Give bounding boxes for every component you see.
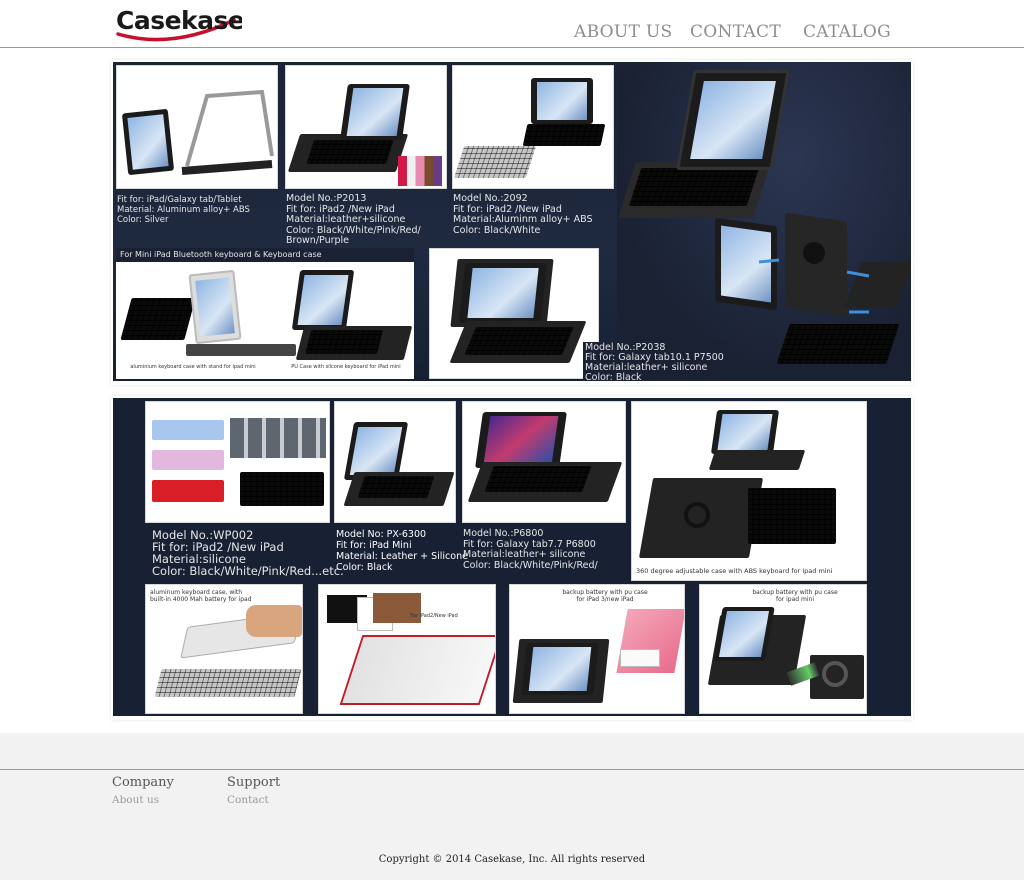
nav-catalog[interactable]: CATALOG — [803, 22, 891, 42]
casekase-logo[interactable]: Casekase — [112, 4, 245, 44]
model-2092-product-photo — [452, 65, 614, 189]
label-wallet-case: For iPad2/New iPad — [410, 613, 458, 619]
battery-keyboard-product-photo: aluminum keyboard case, with built-in 40… — [145, 584, 303, 714]
rotating-keyboard-case-showcase — [617, 62, 911, 381]
footer-heading-company: Company — [112, 775, 174, 790]
caption-wp002: Model No.:WP002 Fit for: iPad2 /New iPad… — [152, 528, 344, 578]
caption-p2038: Model No.:P2038 Fit for: Galaxy tab10.1 … — [583, 342, 726, 381]
mini-label-pu-case: PU Case with silcone keyboard for iPad m… — [291, 364, 401, 370]
ipad-mini-battery-case-photo: backup battery with pu case for ipad min… — [699, 584, 867, 714]
caption-2092: Model No.:2092 Fit for: iPad2 /New iPad … — [453, 193, 593, 236]
product-banner-2[interactable]: Model No.:WP002 Fit for: iPad2 /New iPad… — [111, 396, 913, 720]
copyright-text: Copyright © 2014 Casekase, Inc. All righ… — [378, 854, 646, 865]
footer-divider — [0, 769, 1024, 770]
p6800-product-photo — [462, 401, 626, 523]
mini-ipad-keyboard-photo: For Mini iPad Bluetooth keyboard & Keybo… — [116, 248, 414, 379]
arrow-graphics — [758, 258, 870, 314]
banner-1-panel: Fit for: iPad/Galaxy tab/Tablet Material… — [113, 62, 911, 381]
label-ipad3-battery: backup battery with pu case for iPad 3/n… — [562, 589, 648, 603]
logo-text: Casekase — [116, 6, 242, 35]
nav-contact[interactable]: CONTACT — [690, 22, 781, 42]
rotating-case-product-photo: 360 degree adjustable case with ABS keyb… — [631, 401, 867, 581]
stand-frame-graphic — [181, 89, 274, 175]
ipad3-battery-case-photo: backup battery with pu case for iPad 3/n… — [509, 584, 685, 714]
caption-stand: Fit for: iPad/Galaxy tab/Tablet Material… — [117, 195, 250, 225]
p2013-product-photo — [285, 65, 447, 189]
rotate-caption: 360 degree adjustable case with ABS keyb… — [636, 567, 833, 575]
stand-product-photo — [116, 65, 278, 189]
label-battery-keyboard: aluminum keyboard case, with built-in 40… — [150, 589, 252, 603]
site-header: Casekase ABOUT US CONTACT CATALOG — [0, 0, 1024, 48]
p2038-product-photo — [429, 248, 599, 379]
wp002-product-photo — [145, 401, 330, 523]
footer-link-about-us[interactable]: About us — [112, 794, 159, 806]
color-swatches — [398, 156, 442, 186]
mini-heading: For Mini iPad Bluetooth keyboard & Keybo… — [116, 248, 414, 262]
logo-mark: Casekase — [116, 6, 245, 42]
footer-heading-support: Support — [227, 775, 281, 790]
label-mini-battery: backup battery with pu case for ipad min… — [752, 589, 838, 603]
footer-link-contact[interactable]: Contact — [227, 794, 269, 806]
mini-label-aluminium: aluminium keyboard case with stand for i… — [130, 364, 256, 370]
site-footer: Company About us Support Contact Copyrig… — [0, 733, 1024, 880]
banner-2-panel: Model No.:WP002 Fit for: iPad2 /New iPad… — [113, 398, 911, 716]
px6300-product-photo — [334, 401, 456, 523]
caption-p2013: Model No.:P2013 Fit for: iPad2 /New iPad… — [286, 193, 421, 246]
caption-px6300: Model No: PX-6300 Fit for: iPad Mini Mat… — [336, 529, 468, 573]
ipad2-wallet-case-photo: For iPad2/New iPad — [318, 584, 496, 714]
nav-about-us[interactable]: ABOUT US — [574, 22, 672, 42]
caption-p6800: Model No.:P6800 Fit for: Galaxy tab7.7 P… — [463, 528, 598, 571]
product-banner-1[interactable]: Fit for: iPad/Galaxy tab/Tablet Material… — [111, 60, 913, 385]
